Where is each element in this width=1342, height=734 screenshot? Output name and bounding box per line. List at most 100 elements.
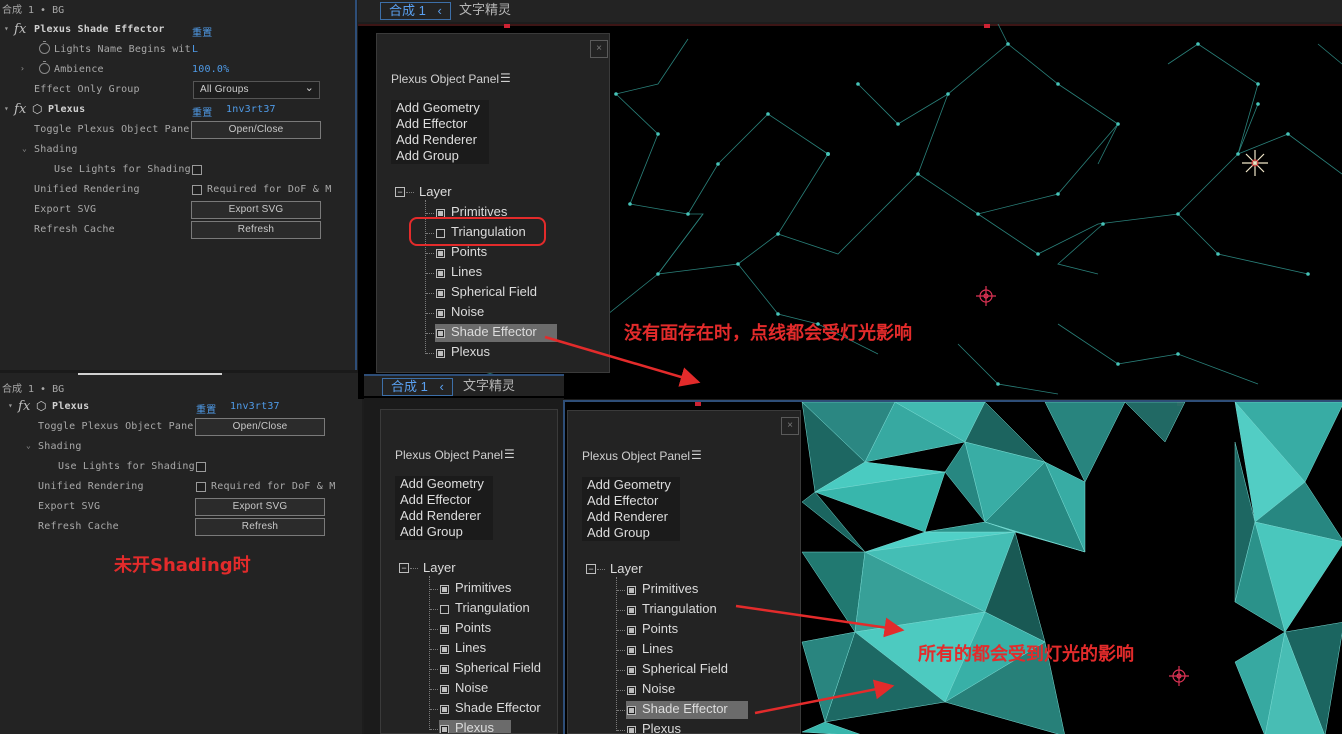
hamburger-menu-icon[interactable]: ☰: [500, 71, 511, 85]
collapse-icon[interactable]: −: [395, 187, 405, 197]
fx-icon[interactable]: fx: [14, 22, 27, 37]
tree-item[interactable]: Points: [455, 620, 491, 635]
tree-item[interactable]: Plexus: [451, 344, 490, 359]
collapse-toggle-icon[interactable]: ▾: [8, 401, 13, 410]
tree-item[interactable]: Spherical Field: [451, 284, 537, 299]
reset-link[interactable]: 重置: [192, 24, 212, 39]
hamburger-menu-icon[interactable]: ☰: [504, 447, 515, 461]
visibility-checkbox[interactable]: [440, 585, 449, 594]
tab-text-sprite[interactable]: 文字精灵: [463, 378, 515, 394]
close-icon[interactable]: ×: [781, 417, 799, 435]
param-button[interactable]: Refresh: [195, 518, 325, 536]
tree-item[interactable]: Noise: [455, 680, 488, 695]
add-button[interactable]: Add Effector: [582, 493, 680, 509]
panel-divider[interactable]: [355, 0, 357, 370]
group-dropdown[interactable]: All Groups: [193, 81, 320, 99]
collapse-toggle-icon[interactable]: ▾: [4, 104, 9, 113]
visibility-checkbox[interactable]: [436, 349, 445, 358]
tree-item[interactable]: Triangulation: [451, 224, 526, 239]
add-button[interactable]: Add Renderer: [395, 508, 493, 524]
tree-item[interactable]: Lines: [451, 264, 482, 279]
param-button[interactable]: Open/Close: [191, 121, 321, 139]
tree-item[interactable]: Plexus: [642, 721, 681, 733]
visibility-checkbox[interactable]: [440, 645, 449, 654]
visibility-checkbox[interactable]: [436, 209, 445, 218]
tree-item[interactable]: Primitives: [455, 580, 511, 595]
add-button[interactable]: Add Geometry: [391, 100, 489, 116]
tree-item[interactable]: Shade Effector: [455, 700, 541, 715]
tree-item[interactable]: Triangulation: [455, 600, 530, 615]
tree-item[interactable]: Shade Effector: [451, 324, 537, 339]
reset-link[interactable]: 重置: [196, 401, 216, 416]
expand-icon[interactable]: ›: [20, 64, 25, 73]
tree-item[interactable]: Points: [642, 621, 678, 636]
visibility-checkbox[interactable]: [440, 725, 449, 733]
visibility-checkbox[interactable]: [627, 586, 636, 595]
add-button[interactable]: Add Renderer: [391, 132, 489, 148]
shading-checkbox[interactable]: [192, 165, 202, 175]
tree-item[interactable]: Primitives: [451, 204, 507, 219]
tree-item[interactable]: Primitives: [642, 581, 698, 596]
tree-item[interactable]: Lines: [455, 640, 486, 655]
add-button[interactable]: Add Group: [391, 148, 489, 164]
visibility-checkbox[interactable]: [436, 249, 445, 258]
visibility-checkbox[interactable]: [627, 686, 636, 695]
visibility-checkbox[interactable]: [627, 706, 636, 715]
visibility-checkbox[interactable]: [627, 626, 636, 635]
collapse-icon[interactable]: −: [586, 564, 596, 574]
visibility-checkbox[interactable]: [440, 605, 449, 614]
visibility-checkbox[interactable]: [440, 665, 449, 674]
param-button[interactable]: Open/Close: [195, 418, 325, 436]
add-button[interactable]: Add Geometry: [582, 477, 680, 493]
add-button[interactable]: Add Group: [395, 524, 493, 540]
add-button[interactable]: Add Effector: [395, 492, 493, 508]
visibility-checkbox[interactable]: [436, 289, 445, 298]
tree-item[interactable]: Points: [451, 244, 487, 259]
tree-root-layer[interactable]: Layer: [610, 561, 643, 576]
tree-item[interactable]: Noise: [642, 681, 675, 696]
visibility-checkbox[interactable]: [627, 726, 636, 733]
unified-checkbox[interactable]: [196, 482, 206, 492]
visibility-checkbox[interactable]: [627, 606, 636, 615]
visibility-checkbox[interactable]: [627, 646, 636, 655]
visibility-checkbox[interactable]: [440, 685, 449, 694]
tree-root-layer[interactable]: Layer: [423, 560, 456, 575]
collapse-toggle-icon[interactable]: ⌄: [26, 441, 31, 450]
about-link[interactable]: 1nv3rt37: [226, 104, 276, 115]
hamburger-menu-icon[interactable]: ☰: [691, 448, 702, 462]
close-icon[interactable]: ×: [590, 40, 608, 58]
collapse-toggle-icon[interactable]: ⌄: [22, 144, 27, 153]
stopwatch-icon[interactable]: [39, 41, 50, 54]
add-button[interactable]: Add Renderer: [582, 509, 680, 525]
tree-item[interactable]: Spherical Field: [455, 660, 541, 675]
collapse-icon[interactable]: −: [399, 563, 409, 573]
visibility-checkbox[interactable]: [436, 269, 445, 278]
add-button[interactable]: Add Geometry: [395, 476, 493, 492]
tree-root-layer[interactable]: Layer: [419, 184, 452, 199]
param-value[interactable]: L: [192, 44, 198, 55]
visibility-checkbox[interactable]: [627, 666, 636, 675]
tab-text-sprite[interactable]: 文字精灵: [459, 2, 511, 18]
param-button[interactable]: Refresh: [191, 221, 321, 239]
tree-item[interactable]: Noise: [451, 304, 484, 319]
visibility-checkbox[interactable]: [440, 705, 449, 714]
tree-item[interactable]: Triangulation: [642, 601, 717, 616]
add-button[interactable]: Add Effector: [391, 116, 489, 132]
fx-icon[interactable]: fx: [18, 399, 31, 414]
about-link[interactable]: 1nv3rt37: [230, 401, 280, 412]
tree-item[interactable]: Plexus: [455, 720, 494, 733]
param-button[interactable]: Export SVG: [191, 201, 321, 219]
visibility-checkbox[interactable]: [440, 625, 449, 634]
add-button[interactable]: Add Group: [582, 525, 680, 541]
tree-item[interactable]: Lines: [642, 641, 673, 656]
tab-comp-1[interactable]: 合成 1 ‹: [380, 2, 451, 20]
visibility-checkbox[interactable]: [436, 329, 445, 338]
visibility-checkbox[interactable]: [436, 229, 445, 238]
visibility-checkbox[interactable]: [436, 309, 445, 318]
reset-link[interactable]: 重置: [192, 104, 212, 119]
stopwatch-icon[interactable]: [39, 61, 50, 74]
collapse-toggle-icon[interactable]: ▾: [4, 24, 9, 33]
tree-item[interactable]: Shade Effector: [642, 701, 728, 716]
param-button[interactable]: Export SVG: [195, 498, 325, 516]
fx-icon[interactable]: fx: [14, 102, 27, 117]
